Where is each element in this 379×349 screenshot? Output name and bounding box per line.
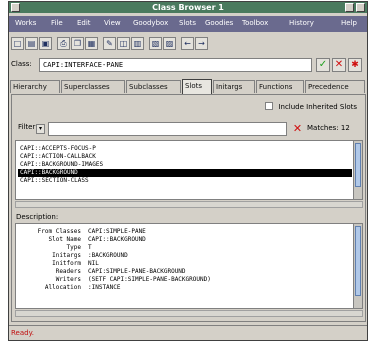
clear-filter-icon[interactable]: ✕ bbox=[291, 122, 304, 136]
include-inherited-label: Include Inherited Slots bbox=[278, 103, 357, 111]
description-row: From Classes CAPI:SIMPLE-PANE bbox=[37, 228, 146, 235]
new-icon[interactable]: □ bbox=[11, 37, 24, 50]
description-row: Slot Name CAPI::BACKGROUND bbox=[48, 236, 146, 243]
paste-icon[interactable]: ▦ bbox=[85, 37, 98, 50]
slots-panel: Include Inherited Slots Filter ▾ ✕ Match… bbox=[11, 94, 366, 322]
class-icon[interactable]: ◫ bbox=[117, 37, 130, 50]
accept-check-icon[interactable]: ✓ bbox=[316, 58, 330, 72]
slot-item[interactable]: CAPI::SECTION-CLASS bbox=[18, 177, 352, 185]
menu-bar: Works File Edit View Goodybox Slots Good… bbox=[9, 16, 367, 32]
class-input[interactable]: CAPI:INTERFACE-PANE bbox=[39, 58, 312, 72]
method-icon[interactable]: ▧ bbox=[149, 37, 162, 50]
minimize-icon[interactable] bbox=[345, 3, 354, 12]
back-arrow-icon[interactable]: ← bbox=[181, 37, 194, 50]
menu-works[interactable]: Works bbox=[15, 19, 36, 27]
description-scroll-thumb[interactable] bbox=[355, 226, 361, 296]
browse-icon[interactable]: ▨ bbox=[163, 37, 176, 50]
description-row: Initform NIL bbox=[52, 260, 99, 267]
menu-goodybox[interactable]: Goodybox bbox=[133, 19, 168, 27]
tab-strip: Hierarchy Superclasses Subclasses Slots … bbox=[9, 79, 367, 94]
tab-precedence[interactable]: Precedence bbox=[305, 80, 365, 93]
include-inherited-checkbox[interactable] bbox=[265, 102, 274, 110]
slot-item[interactable]: CAPI::ACTION-CALLBACK bbox=[18, 153, 352, 161]
description-row: Writers (SETF CAPI:SIMPLE-PANE-BACKGROUN… bbox=[55, 276, 211, 283]
tab-superclasses[interactable]: Superclasses bbox=[61, 80, 125, 93]
copy-icon[interactable]: ❐ bbox=[71, 37, 84, 50]
slot-item[interactable]: CAPI::BACKGROUND-IMAGES bbox=[18, 161, 352, 169]
slot-list-hscrollbar[interactable] bbox=[15, 201, 363, 208]
toolbar: □ ▤ ▣ ⎙ ❐ ▦ ✎ ◫ ▥ ▧ ▨ ← → bbox=[9, 34, 367, 54]
description-row: Readers CAPI:SIMPLE-PANE-BACKGROUND bbox=[55, 268, 186, 275]
slot-list[interactable]: CAPI::ACCEPTS-FOCUS-P CAPI::ACTION-CALLB… bbox=[15, 140, 363, 200]
status-bar: Ready. bbox=[9, 325, 367, 340]
print-icon[interactable]: ⎙ bbox=[57, 37, 70, 50]
filter-label: Filter bbox=[18, 123, 36, 131]
filter-input[interactable] bbox=[48, 122, 287, 136]
description-label: Description: bbox=[16, 213, 59, 221]
slot-icon[interactable]: ▥ bbox=[131, 37, 144, 50]
menu-toolbox[interactable]: Toolbox bbox=[242, 19, 268, 27]
menu-history[interactable]: History bbox=[289, 19, 314, 27]
class-label: Class: bbox=[11, 60, 32, 68]
description-row: Initargs :BACKGROUND bbox=[52, 252, 128, 259]
help-icon[interactable]: ✱ bbox=[348, 58, 362, 72]
status-text: Ready. bbox=[11, 329, 34, 337]
window-menu-icon[interactable] bbox=[11, 3, 20, 12]
class-browser-window: Class Browser 1 Works File Edit View Goo… bbox=[8, 1, 368, 341]
title-bar[interactable]: Class Browser 1 bbox=[9, 2, 367, 13]
tab-slots[interactable]: Slots bbox=[182, 79, 212, 94]
tab-hierarchy[interactable]: Hierarchy bbox=[10, 80, 60, 93]
slot-list-vscrollbar[interactable] bbox=[353, 141, 362, 199]
menu-help[interactable]: Help bbox=[341, 19, 357, 27]
description-hscrollbar[interactable] bbox=[15, 310, 363, 317]
maximize-icon[interactable] bbox=[356, 3, 365, 12]
tab-functions[interactable]: Functions bbox=[256, 80, 304, 93]
include-inherited-row[interactable]: Include Inherited Slots bbox=[265, 102, 357, 111]
cancel-x-icon[interactable]: ✕ bbox=[332, 58, 346, 72]
menu-goodies[interactable]: Goodies bbox=[205, 19, 233, 27]
menu-file[interactable]: File bbox=[51, 19, 63, 27]
menu-edit[interactable]: Edit bbox=[77, 19, 91, 27]
open-icon[interactable]: ▤ bbox=[25, 37, 38, 50]
inspect-icon[interactable]: ✎ bbox=[103, 37, 116, 50]
filter-row: Filter ▾ ✕ Matches: 12 bbox=[12, 121, 365, 137]
save-icon[interactable]: ▣ bbox=[39, 37, 52, 50]
matches-count: Matches: 12 bbox=[307, 124, 350, 132]
menu-view[interactable]: View bbox=[104, 19, 121, 27]
description-row: Type T bbox=[66, 244, 92, 251]
forward-arrow-icon[interactable]: → bbox=[195, 37, 208, 50]
tab-subclasses[interactable]: Subclasses bbox=[126, 80, 181, 93]
description-vscrollbar[interactable] bbox=[353, 224, 362, 308]
description-pane[interactable]: From Classes CAPI:SIMPLE-PANE Slot Name … bbox=[15, 223, 363, 309]
filter-dropdown-icon[interactable]: ▾ bbox=[36, 124, 45, 134]
class-row: Class: CAPI:INTERFACE-PANE ✓ ✕ ✱ bbox=[9, 57, 367, 74]
description-row: Allocation :INSTANCE bbox=[44, 284, 121, 291]
tab-initargs[interactable]: Initargs bbox=[213, 80, 255, 93]
slot-item-selected[interactable]: CAPI::BACKGROUND bbox=[18, 169, 352, 177]
slot-list-scroll-thumb[interactable] bbox=[355, 143, 361, 187]
slot-item[interactable]: CAPI::ACCEPTS-FOCUS-P bbox=[18, 145, 352, 153]
window-title: Class Browser 1 bbox=[152, 3, 224, 12]
menu-slots[interactable]: Slots bbox=[179, 19, 196, 27]
